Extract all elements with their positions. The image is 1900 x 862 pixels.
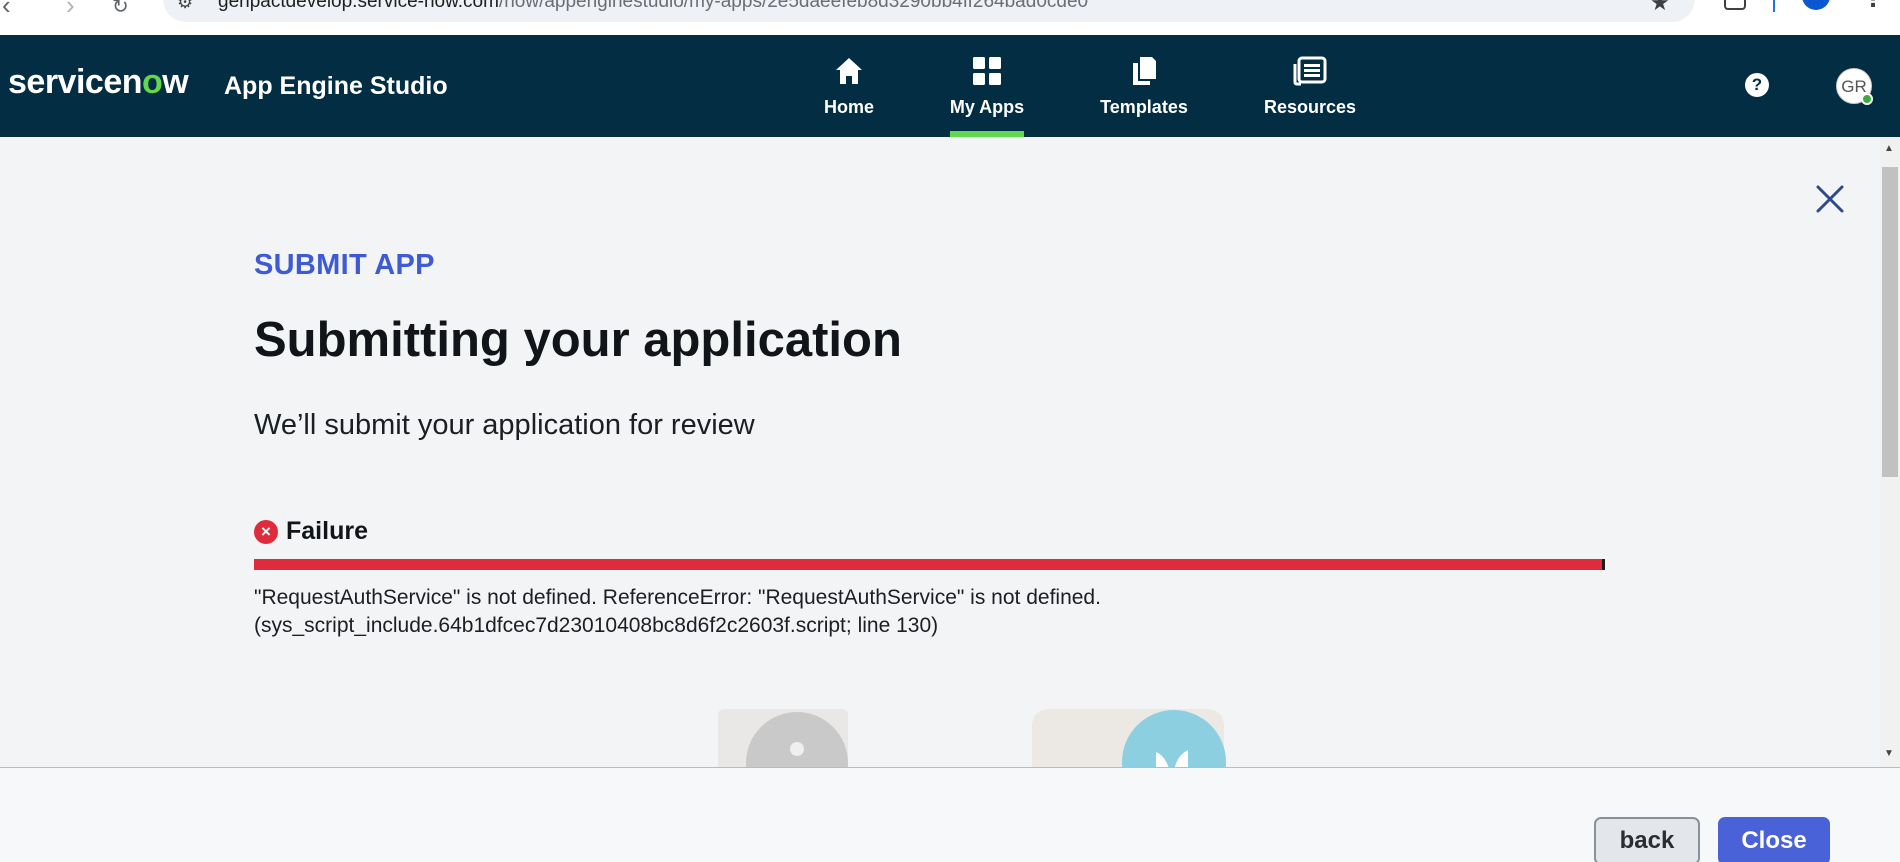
browser-profile-icon[interactable]	[1802, 0, 1830, 10]
nav-resources[interactable]: Resources	[1262, 35, 1358, 137]
servicenow-logo[interactable]: servicenow	[8, 63, 189, 102]
browser-menu-icon[interactable]: ⋮	[1862, 0, 1884, 12]
browser-reload-icon[interactable]: ↻	[112, 0, 129, 20]
extensions-icon[interactable]	[1724, 0, 1746, 10]
browser-toolbar: ‹ › ↻ ⚙ genpactdevelop.service-now.com/n…	[0, 0, 1900, 35]
help-icon[interactable]: ?	[1745, 73, 1769, 97]
scroll-down-icon[interactable]: ▼	[1884, 748, 1894, 759]
leaf-icon	[1156, 750, 1188, 768]
illustration-dot	[790, 742, 804, 756]
status-label: Failure	[286, 517, 368, 545]
close-button[interactable]: Close	[1718, 817, 1830, 862]
browser-forward-icon[interactable]: ›	[66, 0, 75, 18]
nav-home[interactable]: Home	[812, 35, 886, 137]
page-subtitle: We’ll submit your application for review	[254, 409, 755, 441]
progress-end-marker	[1602, 559, 1605, 570]
browser-back-icon[interactable]: ‹	[2, 0, 11, 18]
submission-progress-bar	[254, 559, 1605, 570]
progress-fill	[254, 559, 1605, 570]
page-title: Submitting your application	[254, 313, 902, 367]
online-status-dot	[1861, 93, 1873, 105]
address-bar-url[interactable]: genpactdevelop.service-now.com/now/appen…	[218, 0, 1088, 13]
templates-icon	[1126, 53, 1162, 89]
nav-my-apps[interactable]: My Apps	[950, 35, 1024, 137]
site-info-icon[interactable]: ⚙	[177, 0, 193, 13]
resources-icon	[1292, 53, 1328, 89]
error-message: "RequestAuthService" is not defined. Ref…	[254, 586, 1101, 637]
status-row: × Failure	[254, 517, 368, 546]
bookmark-star-icon[interactable]: ★	[1650, 0, 1670, 16]
app-title: App Engine Studio	[224, 72, 448, 100]
error-circle-icon: ×	[254, 519, 278, 544]
grid-icon	[969, 53, 1005, 89]
scrollbar-thumb[interactable]	[1882, 167, 1898, 477]
scroll-up-icon[interactable]: ▲	[1884, 143, 1894, 154]
home-icon	[831, 53, 867, 89]
app-header: servicenow App Engine Studio Home My App…	[0, 35, 1900, 137]
back-button[interactable]: back	[1594, 817, 1700, 862]
close-icon[interactable]	[1812, 181, 1848, 217]
modal-footer: back Close	[0, 767, 1900, 862]
nav-templates[interactable]: Templates	[1096, 35, 1192, 137]
toolbar-divider	[1773, 0, 1775, 12]
eyebrow-label: SUBMIT APP	[254, 249, 435, 281]
submit-app-panel: SUBMIT APP Submitting your application W…	[0, 137, 1880, 768]
